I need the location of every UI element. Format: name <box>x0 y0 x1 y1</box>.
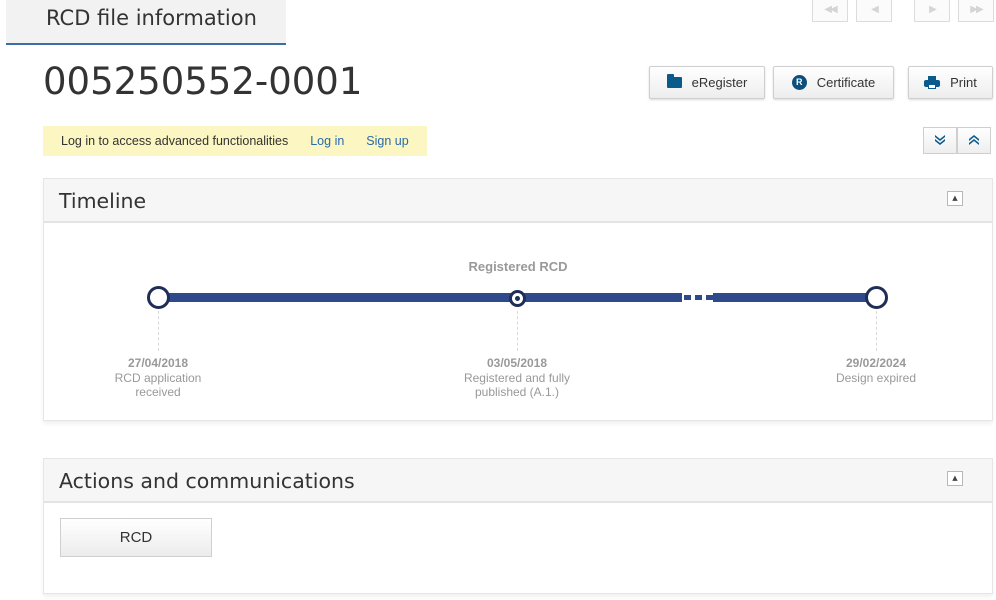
actions-panel-header: Actions and communications ▲ <box>44 459 992 503</box>
timeline-panel-header: Timeline ▲ <box>44 179 992 223</box>
timeline-node-registered <box>509 290 526 307</box>
timeline-title: Timeline <box>59 189 147 213</box>
actions-collapse-button[interactable]: ▲ <box>947 471 963 486</box>
collapse-all-button[interactable] <box>957 127 991 154</box>
timeline-bar <box>162 293 682 302</box>
next-record-icon: ▶ <box>929 4 937 15</box>
timeline-event-date: 27/04/2018 <box>127 356 189 370</box>
printer-icon <box>924 76 941 89</box>
timeline-gap-dash <box>706 295 713 300</box>
eregister-button[interactable]: eRegister <box>649 66 765 99</box>
timeline-event-description: Registered and fully published (A.1.) <box>463 371 571 399</box>
first-record-button[interactable]: ◀◀ <box>812 0 848 22</box>
login-link[interactable]: Log in <box>310 134 344 148</box>
actions-title: Actions and communications <box>59 469 355 493</box>
timeline-event-description: Design expired <box>835 371 917 385</box>
certificate-button[interactable]: R Certificate <box>773 66 894 99</box>
page-header-tab: RCD file information <box>6 0 286 45</box>
expand-all-button[interactable] <box>923 127 957 154</box>
timeline-gap-dash <box>695 295 702 300</box>
caret-up-icon: ▲ <box>952 474 958 482</box>
actions-panel: Actions and communications ▲ RCD <box>43 458 993 594</box>
print-button[interactable]: Print <box>908 66 993 99</box>
folder-icon <box>666 74 682 88</box>
previous-record-icon: ◀ <box>871 4 879 15</box>
timeline-collapse-button[interactable]: ▲ <box>947 191 963 206</box>
timeline-stage-label: Registered RCD <box>468 259 568 274</box>
file-number: 005250552-0001 <box>43 60 363 103</box>
rcd-button[interactable]: RCD <box>60 518 212 557</box>
last-record-button[interactable]: ▶▶ <box>958 0 994 22</box>
timeline-bar <box>713 293 873 302</box>
timeline-guide <box>517 311 518 351</box>
timeline-event-date: 29/02/2024 <box>845 356 907 370</box>
next-record-button[interactable]: ▶ <box>914 0 950 22</box>
login-message: Log in to access advanced functionalitie… <box>61 134 289 148</box>
timeline-event-date: 03/05/2018 <box>486 356 548 370</box>
timeline-node-start <box>147 286 170 309</box>
timeline-gap-dash <box>684 295 691 300</box>
registered-icon: R <box>791 75 807 90</box>
signup-link[interactable]: Sign up <box>366 134 408 148</box>
certificate-label: Certificate <box>816 75 876 90</box>
timeline-guide <box>876 311 877 351</box>
previous-record-button[interactable]: ◀ <box>856 0 892 22</box>
timeline-guide <box>158 311 159 351</box>
timeline-event-description: RCD application received <box>114 371 202 399</box>
timeline-node-expired <box>865 286 888 309</box>
first-record-icon: ◀◀ <box>824 4 837 15</box>
caret-up-icon: ▲ <box>952 194 958 202</box>
login-banner: Log in to access advanced functionalitie… <box>43 126 427 156</box>
last-record-icon: ▶▶ <box>970 4 983 15</box>
double-chevron-down-icon <box>934 134 946 147</box>
print-label: Print <box>950 75 977 90</box>
double-chevron-up-icon <box>968 134 980 147</box>
timeline-panel: Timeline ▲ Registered RCD 27/04/2018 RCD… <box>43 178 993 421</box>
eregister-label: eRegister <box>691 75 748 90</box>
page-title: RCD file information <box>46 6 257 30</box>
